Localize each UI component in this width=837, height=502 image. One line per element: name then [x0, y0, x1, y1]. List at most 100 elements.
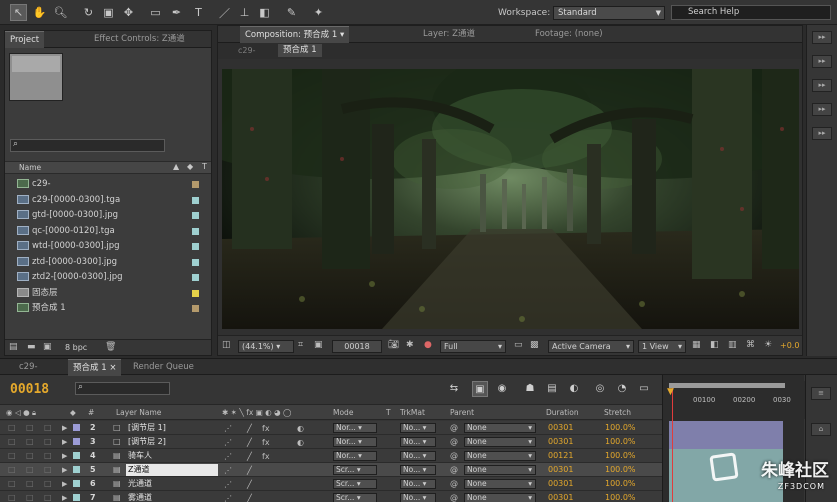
blend-mode-select[interactable]: Scr... ▾ [333, 493, 377, 502]
selection-tool-icon[interactable]: ↖ [10, 4, 27, 21]
interpret-footage-icon[interactable]: ▤ [9, 342, 18, 352]
live-update-icon[interactable]: ▣ [472, 381, 488, 397]
pick-whip-icon[interactable]: @ [450, 435, 458, 449]
current-time-field[interactable]: 00018 [332, 340, 382, 353]
shy-switch-icon[interactable]: ⋰ [224, 492, 232, 502]
layer-duration[interactable]: 00301 [548, 477, 573, 491]
roto-brush-tool-icon[interactable]: ✎ [283, 4, 300, 21]
breadcrumb-parent[interactable]: c29- [238, 46, 255, 55]
label-color-swatch[interactable] [192, 289, 199, 297]
bit-depth-button[interactable]: 8 bpc [65, 343, 87, 352]
pick-whip-icon[interactable]: @ [450, 463, 458, 477]
toggle-pixel-aspect-icon[interactable]: ▦ [692, 340, 701, 350]
parent-select[interactable]: None ▾ [464, 465, 536, 475]
label-color-swatch[interactable] [192, 243, 199, 250]
project-item[interactable]: gtd-[0000-0300].jpg [5, 208, 205, 223]
motion-blur-icon[interactable]: ◐ [566, 381, 582, 397]
pick-whip-icon[interactable]: @ [450, 491, 458, 502]
layer-label-swatch[interactable] [73, 480, 80, 487]
parent-select[interactable]: None ▾ [464, 479, 536, 489]
new-comp-icon[interactable]: ▣ [43, 342, 52, 352]
fx-switch-icon[interactable]: fx [262, 422, 270, 436]
layer-stretch[interactable]: 100.0% [605, 477, 636, 491]
parent-select[interactable]: None ▾ [464, 437, 536, 447]
project-search-input[interactable]: ⌕ [10, 139, 165, 152]
new-folder-icon[interactable]: ▬ [27, 342, 36, 352]
solo-toggle[interactable]: □ [26, 463, 34, 477]
column-name[interactable]: Name [19, 163, 41, 172]
solo-toggle[interactable]: □ [26, 491, 34, 502]
layer-name[interactable]: [调节层 2] [128, 435, 166, 449]
layer-duration[interactable]: 00301 [548, 435, 573, 449]
camera-tool-icon[interactable]: ▣ [100, 4, 117, 21]
fast-previews-icon[interactable]: ◧ [710, 340, 719, 350]
solo-toggle[interactable]: □ [26, 421, 34, 435]
playhead[interactable] [672, 388, 673, 502]
pan-behind-tool-icon[interactable]: ✥ [120, 4, 137, 21]
eraser-tool-icon[interactable]: ◧ [256, 4, 273, 21]
visibility-toggle[interactable]: □ [8, 449, 16, 463]
breadcrumb-current[interactable]: 预合成 1 [278, 44, 322, 57]
project-item[interactable]: wtd-[0000-0300].jpg [5, 239, 205, 254]
show-snapshot-icon[interactable]: ✱ [406, 340, 414, 350]
project-item[interactable]: ztd-[0000-0300].jpg [5, 255, 205, 270]
av-features-icon[interactable]: ◉ ◁ ● 🔒︎ [6, 405, 36, 420]
zoom-tool-icon[interactable]: 🔍︎ [52, 4, 69, 21]
transparency-grid-icon[interactable]: ▩ [530, 340, 539, 350]
timeline-search-input[interactable]: ⌕ [75, 382, 170, 395]
quality-switch-icon[interactable]: ╱ [247, 450, 252, 464]
rotate-tool-icon[interactable]: ↻ [80, 4, 97, 21]
layer-row[interactable]: □ □ □ ▶ 3 □ [调节层 2] ⋰ ╱ fx ◐ Nor... ▾ No... ▾ @ None ▾ 0… [0, 435, 662, 449]
column-trkmat[interactable]: TrkMat [400, 405, 425, 420]
lock-toggle[interactable]: □ [44, 477, 52, 491]
layer-name[interactable]: Z通道 [128, 463, 149, 477]
composition-viewer[interactable] [222, 69, 799, 329]
project-item[interactable]: c29-[0000-0300].tga [5, 193, 205, 208]
layer-stretch[interactable]: 100.0% [605, 449, 636, 463]
solo-toggle[interactable]: □ [26, 477, 34, 491]
layer-duration[interactable]: 00121 [548, 449, 573, 463]
expand-triangle-icon[interactable]: ▶ [62, 449, 67, 463]
resolution-select[interactable]: Full ▾ [440, 340, 506, 353]
visibility-toggle[interactable]: □ [8, 463, 16, 477]
timeline-zoom-button[interactable]: ⌂ [811, 423, 831, 436]
expand-triangle-icon[interactable]: ▶ [62, 435, 67, 449]
label-color-swatch[interactable] [192, 258, 199, 266]
comp-flowchart-icon[interactable]: ⌘ [746, 340, 755, 350]
project-item[interactable]: 固态层 [5, 286, 205, 301]
sort-icon[interactable]: ▲ [173, 162, 179, 171]
graph-editor-icon[interactable]: ◎ [592, 381, 608, 397]
blend-mode-select[interactable]: Nor... ▾ [333, 423, 377, 433]
quality-switch-icon[interactable]: ╱ [247, 478, 252, 492]
brainstorm-icon[interactable]: ◔ [614, 381, 630, 397]
fx-switch-icon[interactable]: fx [262, 450, 270, 464]
pick-whip-icon[interactable]: @ [450, 421, 458, 435]
timeline-menu-button[interactable]: ≡ [811, 387, 831, 400]
views-select[interactable]: 1 View ▾ [638, 340, 686, 353]
column-mode[interactable]: Mode [333, 405, 353, 420]
layer-stretch[interactable]: 100.0% [605, 435, 636, 449]
blend-mode-select[interactable]: Scr... ▾ [333, 465, 377, 475]
parent-select[interactable]: None ▾ [464, 451, 536, 461]
exposure-value[interactable]: +0.0 [780, 341, 799, 350]
blend-mode-select[interactable]: Nor... ▾ [333, 451, 377, 461]
comp-mini-flowchart-icon[interactable]: ⇆ [446, 381, 462, 397]
current-time-indicator-icon[interactable]: ▼ [667, 387, 674, 397]
shy-switch-icon[interactable]: ⋰ [224, 464, 232, 478]
track-matte-select[interactable]: No... ▾ [400, 423, 436, 433]
layer-name[interactable]: 骑车人 [128, 449, 152, 463]
expand-triangle-icon[interactable]: ▶ [62, 477, 67, 491]
expand-triangle-icon[interactable]: ▶ [62, 463, 67, 477]
visibility-toggle[interactable]: □ [8, 491, 16, 502]
layer-label-swatch[interactable] [73, 494, 80, 501]
project-item[interactable]: c29- [5, 177, 205, 192]
label-icon[interactable]: ◆ [70, 405, 76, 420]
channel-icon[interactable]: ● [424, 340, 432, 350]
hand-tool-icon[interactable]: ✋ [31, 4, 48, 21]
layer-stretch[interactable]: 100.0% [605, 421, 636, 435]
label-color-swatch[interactable] [192, 181, 199, 188]
label-color-swatch[interactable] [192, 212, 199, 219]
label-color-swatch[interactable] [192, 274, 199, 281]
track-matte-select[interactable]: No... ▾ [400, 479, 436, 489]
layer-duration[interactable]: 00301 [548, 421, 573, 435]
